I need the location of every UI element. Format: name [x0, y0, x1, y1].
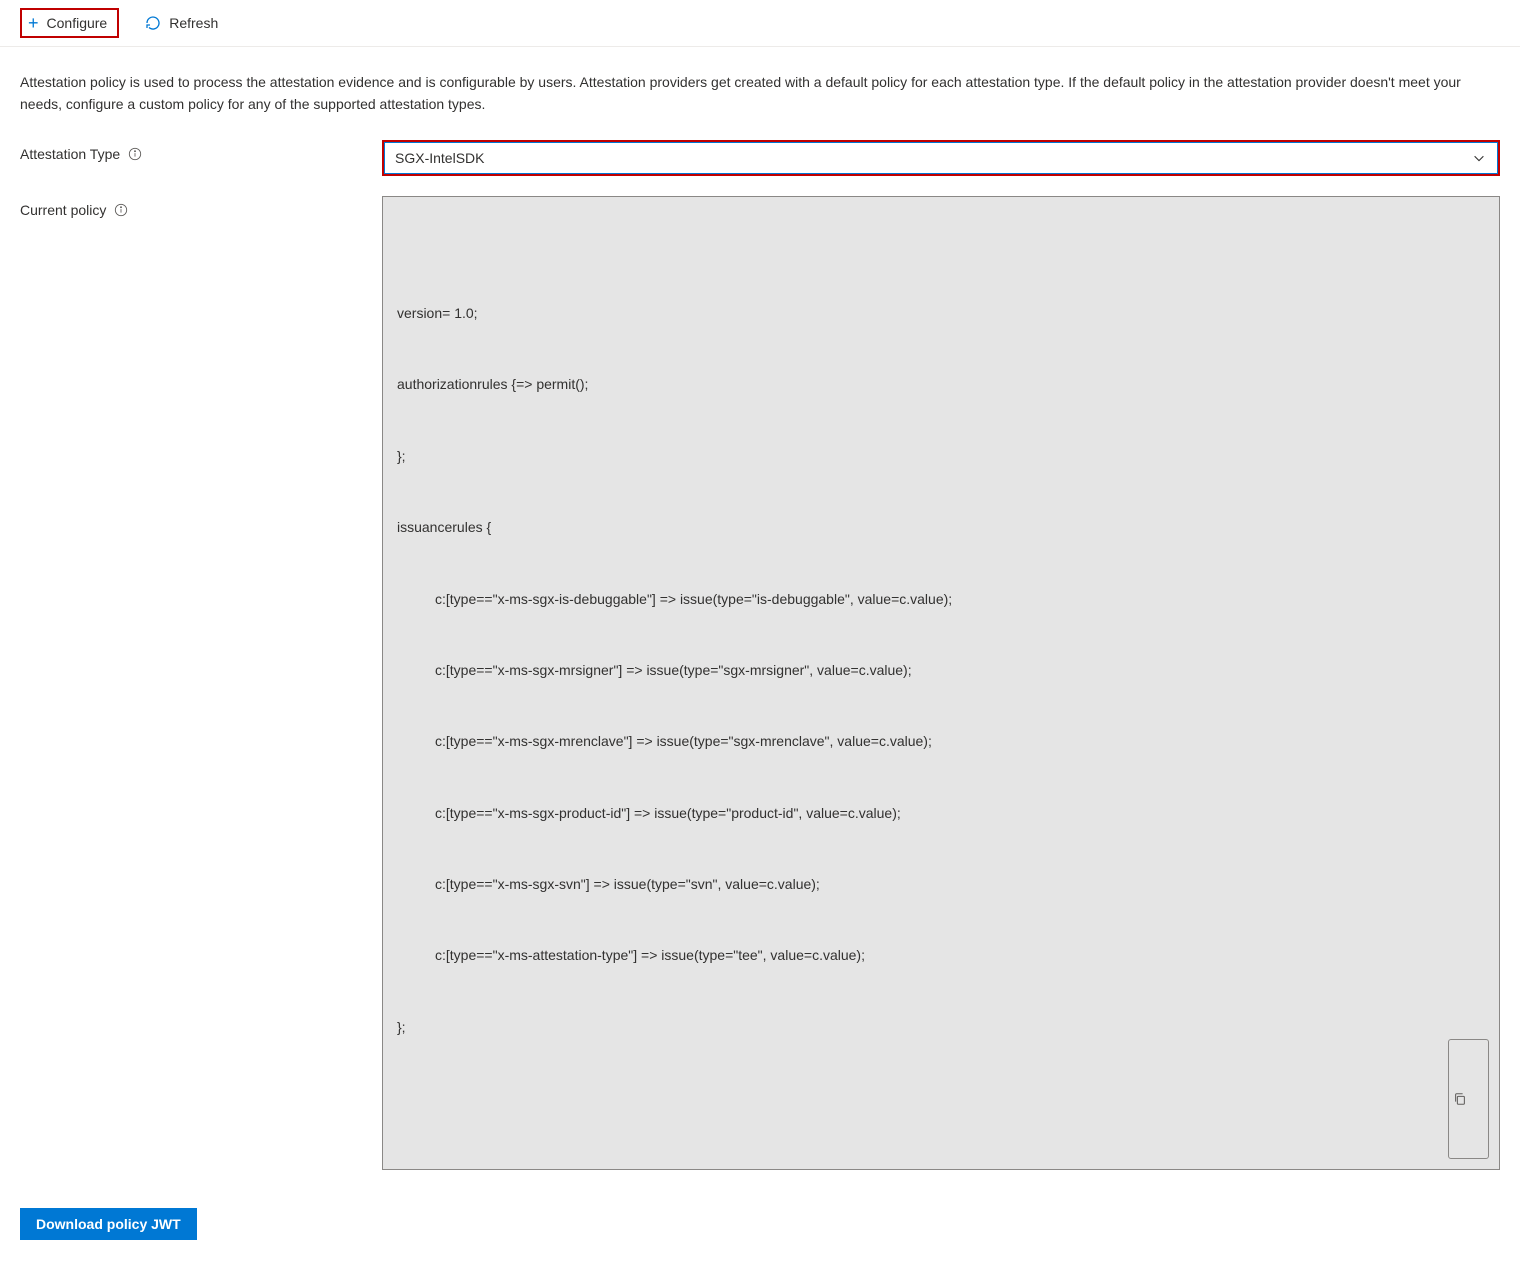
refresh-button[interactable]: Refresh	[135, 9, 228, 37]
attestation-type-label-wrapper: Attestation Type	[20, 140, 382, 162]
attestation-type-select[interactable]: SGX-IntelSDK	[384, 142, 1498, 174]
policy-line: authorizationrules {=> permit();	[397, 373, 1485, 397]
policy-rule: c:[type=="x-ms-sgx-mrsigner"] => issue(t…	[397, 659, 1485, 683]
policy-rule: c:[type=="x-ms-sgx-mrenclave"] => issue(…	[397, 730, 1485, 754]
main-content: Attestation policy is used to process th…	[0, 47, 1520, 1264]
policy-rule: c:[type=="x-ms-attestation-type"] => iss…	[397, 944, 1485, 968]
attestation-type-label: Attestation Type	[20, 146, 120, 162]
attestation-type-control: SGX-IntelSDK	[382, 140, 1500, 176]
copy-icon	[1453, 1092, 1467, 1106]
policy-line: issuancerules {	[397, 516, 1485, 540]
policy-rule: c:[type=="x-ms-sgx-svn"] => issue(type="…	[397, 873, 1485, 897]
plus-icon: +	[28, 14, 39, 32]
attestation-type-row: Attestation Type SGX-IntelSDK	[20, 140, 1500, 176]
policy-description: Attestation policy is used to process th…	[20, 71, 1500, 116]
policy-rule: c:[type=="x-ms-sgx-is-debuggable"] => is…	[397, 588, 1485, 612]
policy-line: version= 1.0;	[397, 302, 1485, 326]
policy-line: };	[397, 1016, 1485, 1040]
info-icon	[128, 147, 142, 161]
policy-rule: c:[type=="x-ms-sgx-product-id"] => issue…	[397, 802, 1485, 826]
configure-button[interactable]: + Configure	[20, 8, 119, 38]
copy-button[interactable]	[1448, 1039, 1489, 1158]
refresh-label: Refresh	[169, 15, 218, 31]
current-policy-label: Current policy	[20, 202, 106, 218]
attestation-type-select-wrapper: SGX-IntelSDK	[382, 140, 1500, 176]
policy-textbox: version= 1.0; authorizationrules {=> per…	[382, 196, 1500, 1170]
refresh-icon	[145, 15, 161, 31]
policy-line: };	[397, 445, 1485, 469]
current-policy-row: Current policy version= 1.0; authorizati…	[20, 196, 1500, 1170]
policy-content: version= 1.0; authorizationrules {=> per…	[397, 254, 1485, 1087]
toolbar: + Configure Refresh	[0, 0, 1520, 47]
info-icon	[114, 203, 128, 217]
current-policy-label-wrapper: Current policy	[20, 196, 382, 218]
configure-label: Configure	[47, 15, 108, 31]
download-policy-jwt-button[interactable]: Download policy JWT	[20, 1208, 197, 1240]
